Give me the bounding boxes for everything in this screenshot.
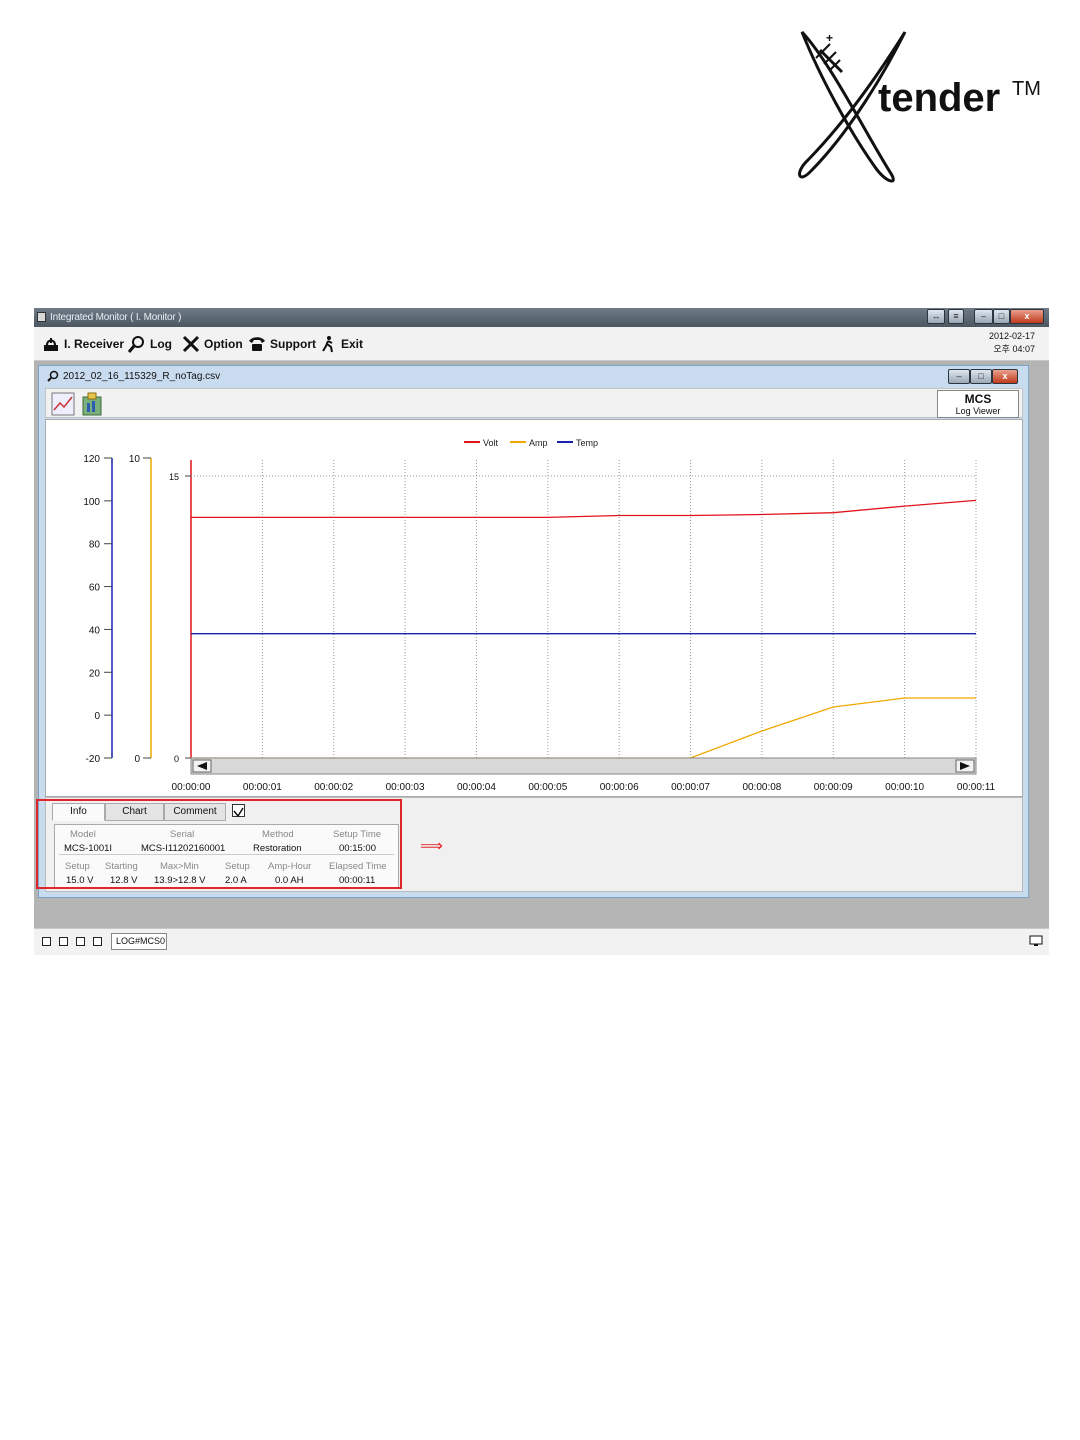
minimize-button[interactable]: –	[974, 309, 993, 324]
menu-label: Log	[150, 337, 172, 351]
menu-log[interactable]: Log	[128, 334, 172, 354]
menu-label: Option	[204, 337, 243, 351]
close-button[interactable]: x	[1010, 309, 1044, 324]
legend-label: Temp	[576, 438, 598, 448]
chart-area: Volt Amp Temp 120 100 80 60 40 20 0 -20 10 0 15 0 00:00…	[45, 419, 1023, 797]
tile-icon[interactable]	[59, 937, 68, 946]
menu-i-receiver[interactable]: I. Receiver	[42, 334, 124, 354]
temp-axis-tick-label: 80	[89, 540, 101, 551]
maximize-button[interactable]: □	[993, 309, 1010, 324]
x-tick-label: 00:00:04	[457, 782, 496, 793]
menu-bar: I. Receiver Log Option Support Exit 2012…	[34, 327, 1049, 361]
amp-axis-tick-label: 10	[129, 454, 141, 465]
temp-axis-tick-label: 0	[94, 711, 100, 722]
x-tick-label: 00:00:05	[528, 782, 567, 793]
time-text: 오후 04:07	[993, 344, 1035, 354]
legend-label: Volt	[483, 438, 499, 448]
series-line-volt	[191, 499, 977, 519]
menu-label: I. Receiver	[64, 337, 125, 351]
log-minimize-button[interactable]: –	[948, 369, 970, 384]
x-tick-label: 00:00:08	[742, 782, 781, 793]
x-tick-label: 00:00:00	[172, 782, 211, 793]
logo-trademark: TM	[1012, 78, 1041, 100]
badge-title: MCS	[964, 392, 992, 406]
svg-text:+: +	[826, 31, 833, 45]
temp-axis-tick-label: 120	[83, 454, 100, 465]
legend-label: Amp	[529, 438, 548, 448]
monitor-icon[interactable]	[1029, 935, 1043, 947]
temp-axis-tick-label: 40	[89, 625, 101, 636]
menu-label: Support	[270, 337, 316, 351]
temp-axis-tick-label: 100	[83, 497, 100, 508]
annotation-arrow: ⟹	[420, 838, 443, 855]
badge-subtitle: Log Viewer	[955, 406, 1001, 416]
x-tick-label: 00:00:09	[814, 782, 853, 793]
integrated-monitor-window: Integrated Monitor ( I. Monitor ) ↔ ≡ – …	[34, 308, 1049, 955]
info-highlight-box	[36, 799, 402, 889]
receiver-icon	[44, 338, 58, 351]
restore-icon[interactable]: ↔	[927, 309, 945, 324]
log-chart: Volt Amp Temp120100806040200-2010015000:00…	[83, 438, 996, 793]
search-icon	[128, 336, 144, 353]
xtender-logo: + tender TM	[790, 22, 1050, 192]
tile-vertical-icon[interactable]	[76, 937, 85, 946]
window-title: Integrated Monitor ( I. Monitor )	[50, 312, 182, 323]
tile-horizontal-icon[interactable]	[93, 937, 102, 946]
menu-option[interactable]: Option	[182, 334, 243, 354]
window-tab[interactable]: LOG#MCS0	[111, 933, 167, 950]
status-bar: LOG#MCS0	[34, 928, 1049, 955]
log-window-title: 2012_02_16_115329_R_noTag.csv	[47, 370, 220, 382]
logo-wordmark: tender	[878, 76, 1001, 120]
app-icon	[37, 312, 46, 322]
datetime: 2012-02-17 오후 04:07	[989, 330, 1035, 356]
temp-axis-tick-label: 20	[89, 668, 101, 679]
temp-axis-tick-label: 60	[89, 583, 101, 594]
phone-icon	[249, 337, 265, 351]
menu-icon[interactable]: ≡	[948, 309, 964, 324]
report-icon[interactable]	[80, 392, 104, 416]
log-filename: 2012_02_16_115329_R_noTag.csv	[63, 370, 221, 382]
chart-view-icon[interactable]	[51, 392, 75, 416]
horizontal-scrollbar	[190, 757, 977, 775]
log-maximize-button[interactable]: □	[970, 369, 992, 384]
search-icon	[47, 370, 59, 382]
volt-axis-tick-label: 0	[174, 754, 179, 764]
amp-axis-tick-label: 0	[134, 754, 140, 765]
cascade-icon[interactable]	[42, 937, 51, 946]
mcs-log-viewer-badge: MCS Log Viewer	[937, 390, 1019, 418]
x-tick-label: 00:00:06	[600, 782, 639, 793]
title-bar[interactable]: Integrated Monitor ( I. Monitor ) ↔ ≡ – …	[34, 308, 1049, 327]
volt-axis-tick-label: 15	[169, 472, 179, 482]
x-tick-label: 00:00:10	[885, 782, 924, 793]
tools-icon	[182, 335, 200, 353]
x-tick-label: 00:00:07	[671, 782, 710, 793]
date-text: 2012-02-17	[988, 331, 1035, 341]
exit-icon	[322, 336, 333, 353]
x-tick-label: 00:00:01	[243, 782, 282, 793]
series-line-amp	[191, 697, 976, 759]
x-tick-label: 00:00:03	[386, 782, 425, 793]
x-tick-label: 00:00:02	[314, 782, 353, 793]
log-close-button[interactable]: x	[992, 369, 1018, 384]
menu-exit[interactable]: Exit	[319, 334, 363, 354]
menu-support[interactable]: Support	[248, 334, 316, 354]
log-toolbar: MCS Log Viewer	[45, 388, 1023, 418]
x-tick-label: 00:00:11	[957, 782, 996, 793]
temp-axis-tick-label: -20	[86, 754, 101, 765]
menu-label: Exit	[341, 337, 364, 351]
